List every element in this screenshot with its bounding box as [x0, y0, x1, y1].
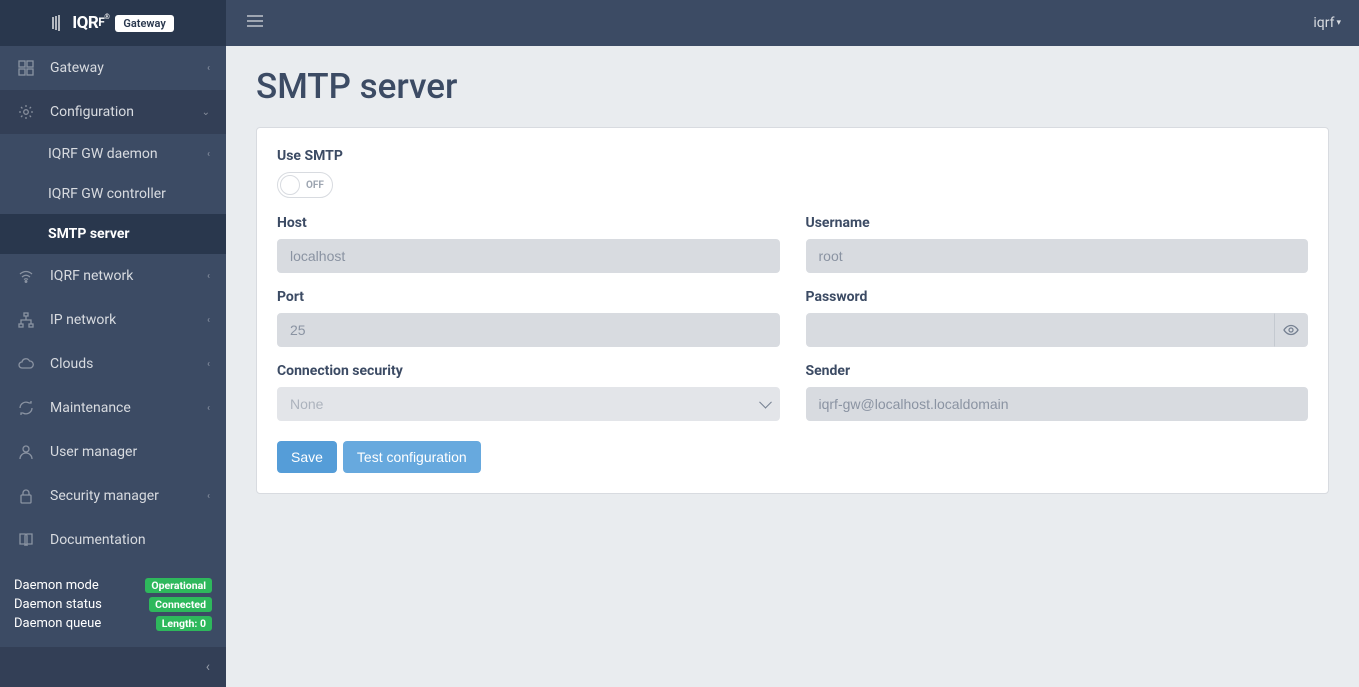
use-smtp-toggle[interactable]: OFF: [277, 172, 333, 198]
chevron-left-icon: ‹: [207, 315, 210, 326]
nav-label: Maintenance: [50, 400, 207, 416]
chevron-left-icon: ‹: [207, 491, 210, 502]
nav-label: Security manager: [50, 488, 207, 504]
sender-label: Sender: [806, 363, 1309, 379]
brand[interactable]: IQRF® Gateway: [0, 0, 226, 46]
nav-label: Configuration: [50, 104, 202, 120]
password-label: Password: [806, 289, 1309, 305]
network-icon: [16, 310, 36, 330]
nav: Gateway ‹ Configuration ⌄ IQRF GW daemon…: [0, 46, 226, 566]
port-input[interactable]: [277, 313, 780, 347]
username-input[interactable]: [806, 239, 1309, 273]
sidebar-item-documentation[interactable]: Documentation: [0, 518, 226, 562]
toggle-knob: [280, 175, 300, 195]
sidebar-item-clouds[interactable]: Clouds ‹: [0, 342, 226, 386]
chevron-down-icon: ⌄: [202, 107, 210, 118]
smtp-form-card: Use SMTP OFF Host Port: [256, 127, 1329, 494]
sidebar-item-iqrf-gw-controller[interactable]: IQRF GW controller: [0, 174, 226, 214]
user-menu-label: iqrf: [1313, 15, 1334, 31]
sidebar-collapse-button[interactable]: ‹: [0, 647, 226, 687]
chevron-left-icon: ‹: [207, 63, 210, 74]
nav-label: Gateway: [50, 60, 207, 76]
sidebar-item-user-manager[interactable]: User manager: [0, 430, 226, 474]
brand-logo: IQRF®: [52, 13, 109, 33]
brand-badge: Gateway: [115, 15, 173, 32]
test-configuration-button[interactable]: Test configuration: [343, 441, 481, 473]
cloud-icon: [16, 354, 36, 374]
chevron-left-icon: ‹: [207, 271, 210, 282]
status-badge: Length: 0: [156, 616, 212, 631]
content: SMTP server Use SMTP OFF Host: [226, 46, 1359, 687]
hamburger-button[interactable]: [244, 10, 266, 36]
status-badge: Operational: [145, 578, 212, 593]
nav-label: User manager: [50, 444, 210, 460]
sidebar-item-iqrf-network[interactable]: IQRF network ‹: [0, 254, 226, 298]
toggle-text: OFF: [306, 180, 324, 191]
status-row: Daemon status Connected: [14, 595, 212, 614]
chevron-left-icon: ‹: [207, 403, 210, 414]
show-password-button[interactable]: [1274, 313, 1308, 347]
status-row: Daemon mode Operational: [14, 576, 212, 595]
status-block: Daemon mode Operational Daemon status Co…: [0, 566, 226, 647]
nav-label: IQRF network: [50, 268, 207, 284]
status-badge: Connected: [149, 597, 212, 612]
nav-label: IP network: [50, 312, 207, 328]
book-icon: [16, 530, 36, 550]
topbar: iqrf ▾: [226, 0, 1359, 46]
nav-label: IQRF GW controller: [48, 186, 210, 202]
connection-security-select[interactable]: None: [277, 387, 780, 421]
chevron-left-icon: ‹: [207, 359, 210, 370]
user-icon: [16, 442, 36, 462]
sidebar-item-security-manager[interactable]: Security manager ‹: [0, 474, 226, 518]
status-label: Daemon queue: [14, 616, 101, 631]
gear-icon: [16, 102, 36, 122]
dashboard-icon: [16, 58, 36, 78]
nav-label: Documentation: [50, 532, 210, 548]
status-label: Daemon status: [14, 597, 102, 612]
save-button[interactable]: Save: [277, 441, 337, 473]
sidebar-item-ip-network[interactable]: IP network ‹: [0, 298, 226, 342]
port-label: Port: [277, 289, 780, 305]
sidebar-item-maintenance[interactable]: Maintenance ‹: [0, 386, 226, 430]
eye-icon: [1283, 322, 1299, 338]
user-menu[interactable]: iqrf ▾: [1313, 15, 1341, 31]
nav-label: Clouds: [50, 356, 207, 372]
host-input[interactable]: [277, 239, 780, 273]
use-smtp-label: Use SMTP: [277, 148, 1308, 164]
sidebar-item-configuration[interactable]: Configuration ⌄: [0, 90, 226, 134]
username-label: Username: [806, 215, 1309, 231]
sender-input[interactable]: [806, 387, 1309, 421]
sidebar-item-iqrf-gw-daemon[interactable]: IQRF GW daemon ‹: [0, 134, 226, 174]
sync-icon: [16, 398, 36, 418]
sidebar: IQRF® Gateway Gateway ‹ Configuration ⌄ …: [0, 0, 226, 687]
lock-icon: [16, 486, 36, 506]
wifi-icon: [16, 266, 36, 286]
connsec-label: Connection security: [277, 363, 780, 379]
sidebar-item-smtp-server[interactable]: SMTP server: [0, 214, 226, 254]
nav-label: SMTP server: [48, 226, 210, 242]
status-row: Daemon queue Length: 0: [14, 614, 212, 633]
host-label: Host: [277, 215, 780, 231]
caret-down-icon: ▾: [1336, 18, 1341, 28]
status-label: Daemon mode: [14, 578, 99, 593]
chevron-left-icon: ‹: [207, 149, 210, 160]
password-input[interactable]: [806, 313, 1275, 347]
sidebar-item-gateway[interactable]: Gateway ‹: [0, 46, 226, 90]
nav-label: IQRF GW daemon: [48, 146, 207, 162]
chevron-left-icon: ‹: [206, 659, 210, 675]
page-title: SMTP server: [256, 66, 1329, 107]
